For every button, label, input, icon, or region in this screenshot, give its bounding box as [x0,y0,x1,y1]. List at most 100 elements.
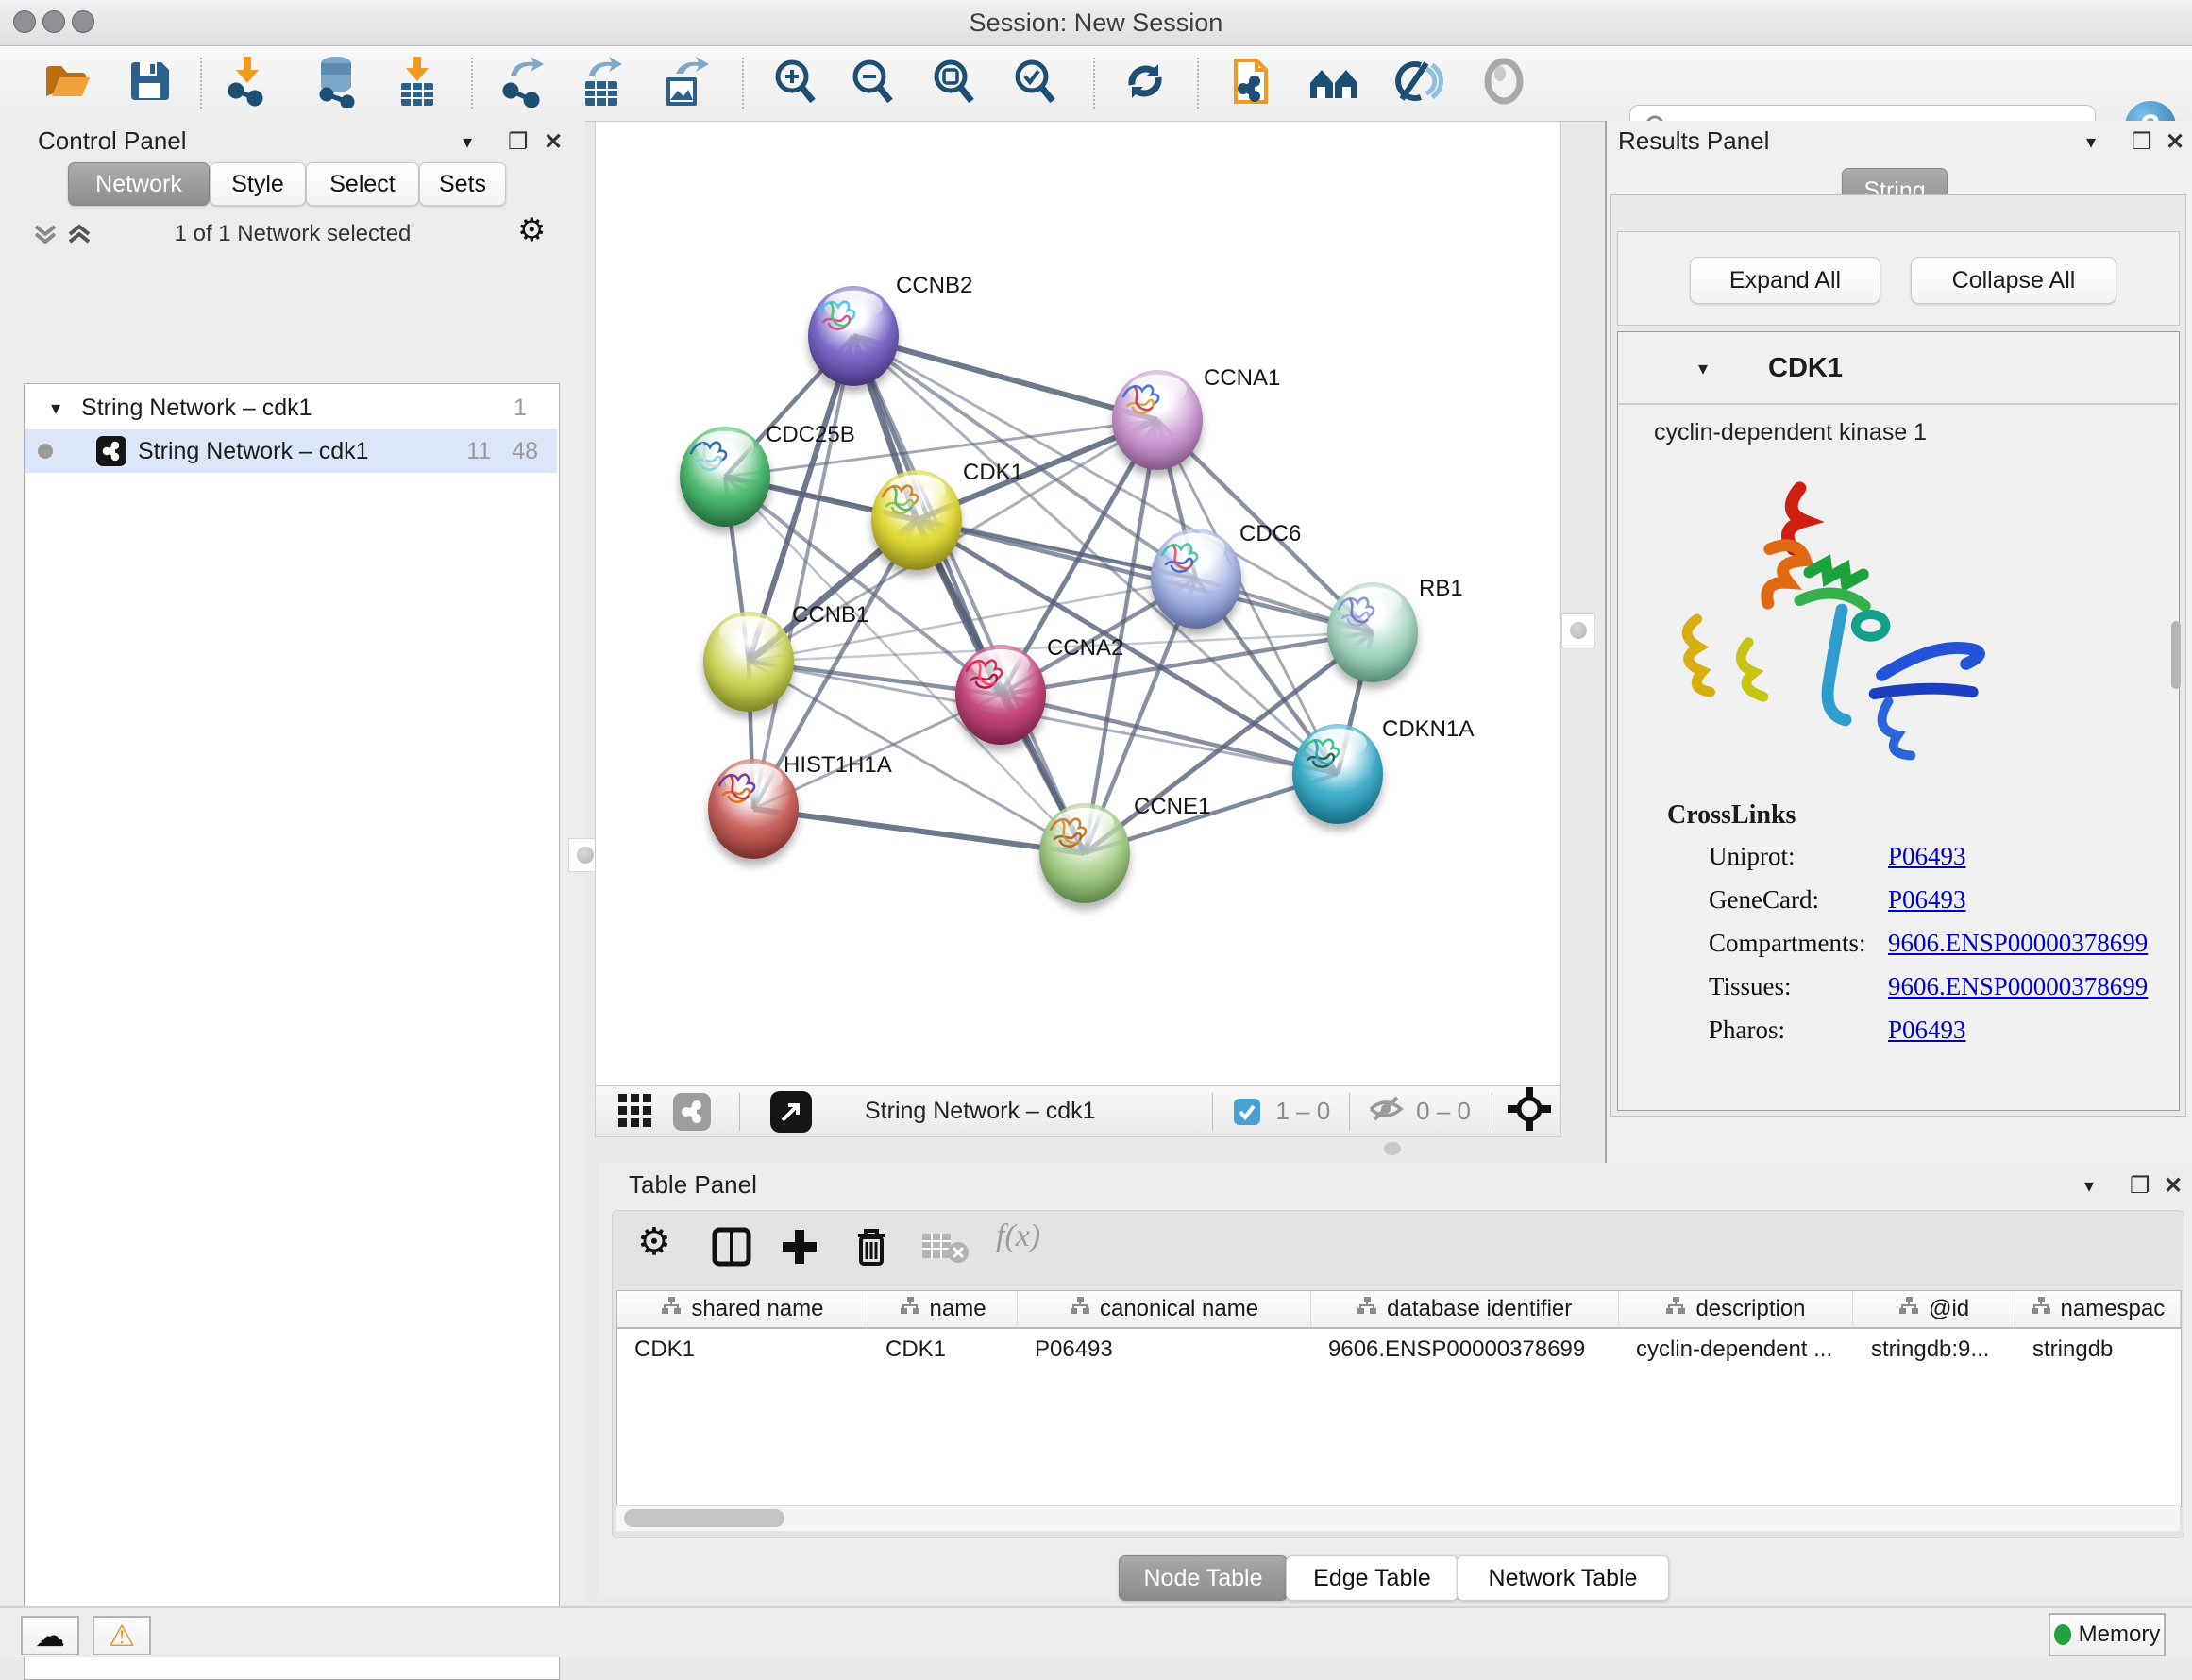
refresh-button[interactable] [1116,54,1174,112]
column-header-shared-name[interactable]: shared name [617,1291,868,1327]
panel-close-icon[interactable]: ✕ [544,128,563,156]
save-floppy-icon [127,59,173,109]
network-node-CCNE1[interactable] [1039,803,1130,903]
column-header-description[interactable]: description [1619,1291,1854,1327]
homes-icon [1307,59,1363,109]
zoom-fit-button[interactable] [924,54,983,112]
selected-checkbox[interactable] [1234,1099,1260,1125]
column-header-canonical-name[interactable]: canonical name [1018,1291,1311,1327]
fit-crosshair-icon[interactable] [1508,1087,1551,1135]
crosslink-link[interactable]: P06493 [1888,885,1966,914]
tab-node-table[interactable]: Node Table [1119,1555,1288,1601]
network-node-CDK1[interactable] [871,470,962,570]
column-type-icon [1357,1296,1377,1323]
right-splitter-handle[interactable] [1561,613,1595,647]
network-node-CCNA2[interactable] [955,645,1046,745]
network-node-CCNB1[interactable] [703,612,794,712]
crosslink-link[interactable]: P06493 [1888,842,1966,870]
network-edge[interactable] [753,336,853,809]
table-hscrollbar-thumb[interactable] [624,1509,784,1527]
crosslink-link[interactable]: 9606.ENSP00000378699 [1888,972,2148,1000]
delete-table-icon[interactable] [920,1230,970,1268]
birdseye-grid-icon[interactable] [616,1090,654,1133]
string-home-button[interactable] [1306,54,1364,112]
function-builder-icon[interactable]: f(x) [996,1218,1040,1254]
export-image-button[interactable] [656,54,715,112]
tab-style[interactable]: Style [210,162,306,206]
expand-all-button[interactable]: Expand All [1690,257,1880,304]
crosslink-link[interactable]: 9606.ENSP00000378699 [1888,929,2148,957]
panel-menu-icon[interactable]: ▾ [2086,130,2096,154]
column-header-namespac[interactable]: namespac [2015,1291,2181,1327]
crosslink-link[interactable]: P06493 [1888,1016,1966,1044]
panel-menu-icon[interactable]: ▾ [2084,1174,2094,1198]
bottom-splitter-handle[interactable] [1384,1142,1401,1155]
network-canvas[interactable]: CCNB2CCNA1CDC25BCDK1CDC6RB1CCNB1CCNA2CDK… [595,121,1561,1087]
gear-icon[interactable]: ⚙ [517,211,546,249]
panel-menu-icon[interactable]: ▾ [463,130,472,154]
tab-select[interactable]: Select [306,162,419,206]
add-row-plus-icon[interactable] [779,1226,820,1272]
panel-float-icon[interactable]: ❐ [508,128,529,156]
import-table-button[interactable] [388,54,447,112]
panel-close-icon[interactable]: ✕ [2164,1172,2183,1200]
network-edge[interactable] [753,809,1085,853]
import-network-database-button[interactable] [307,54,365,112]
column-header-name[interactable]: name [868,1291,1018,1327]
collapse-all-button[interactable]: Collapse All [1911,257,2116,304]
gene-panel: ▾ CDK1 cyclin-dependent kinase 1 [1617,331,2180,1111]
show-eye-button[interactable] [1475,54,1533,112]
panel-close-icon[interactable]: ✕ [2166,128,2184,156]
table-row[interactable]: CDK1CDK1P064939606.ENSP00000378699cyclin… [617,1329,2181,1370]
collapse-gene-icon[interactable]: ▾ [1698,357,1708,380]
column-header--id[interactable]: @id [1853,1291,2015,1327]
zoom-in-button[interactable] [766,54,824,112]
export-table-icon [578,55,627,112]
open-session-button[interactable] [38,54,96,112]
open-in-window-icon[interactable] [770,1091,812,1133]
network-node-RB1[interactable] [1327,582,1418,682]
memory-button[interactable]: Memory [2049,1613,2166,1656]
results-scrollbar-thumb[interactable] [2171,621,2181,689]
splitter-dot-icon [577,847,594,864]
cloud-button[interactable]: ☁ [21,1616,79,1655]
network-node-CCNB2[interactable] [808,286,899,386]
import-network-file-button[interactable] [218,54,277,112]
column-header-label: @id [1929,1296,1969,1322]
network-node-CDC6[interactable] [1151,529,1241,629]
hidden-eye-icon[interactable] [1367,1093,1405,1130]
network-node-CDKN1A[interactable] [1292,724,1383,824]
tab-sets[interactable]: Sets [419,162,506,206]
zoom-out-button[interactable] [843,54,902,112]
table-gear-icon[interactable]: ⚙ [637,1220,671,1264]
gene-header-row[interactable]: ▾ CDK1 [1619,333,2178,405]
export-table-button[interactable] [573,54,632,112]
column-type-icon [661,1296,682,1323]
show-columns-icon[interactable] [711,1226,752,1272]
network-collection-row[interactable]: ▾ String Network – cdk1 1 [25,386,557,429]
delete-trash-icon[interactable] [851,1224,892,1272]
network-edge[interactable] [917,520,1373,632]
tab-edge-table[interactable]: Edge Table [1286,1555,1459,1601]
column-header-database-identifier[interactable]: database identifier [1311,1291,1619,1327]
gray-eye-icon [1480,58,1527,109]
network-row[interactable]: String Network – cdk1 11 48 [25,429,557,473]
export-network-button[interactable] [494,54,552,112]
splitter-dot-icon [1570,622,1587,639]
save-session-button[interactable] [121,54,179,112]
toolbar-separator [200,58,202,109]
table-cell: P06493 [1018,1329,1311,1370]
share-file-button[interactable] [1222,54,1280,112]
panel-float-icon[interactable]: ❐ [2130,1172,2150,1200]
zoom-selected-button[interactable] [1005,54,1064,112]
warnings-button[interactable]: ⚠ [93,1616,151,1655]
tab-network-table[interactable]: Network Table [1457,1555,1669,1601]
protein-thumbnail-icon [1327,582,1384,639]
network-type-icon[interactable] [673,1093,711,1131]
node-gloss [719,616,777,647]
network-node-CCNA1[interactable] [1112,370,1203,470]
network-node-CDC25B[interactable] [680,427,770,527]
panel-float-icon[interactable]: ❐ [2132,128,2152,156]
hide-glasses-button[interactable] [1387,54,1445,112]
tab-network[interactable]: Network [68,162,210,206]
